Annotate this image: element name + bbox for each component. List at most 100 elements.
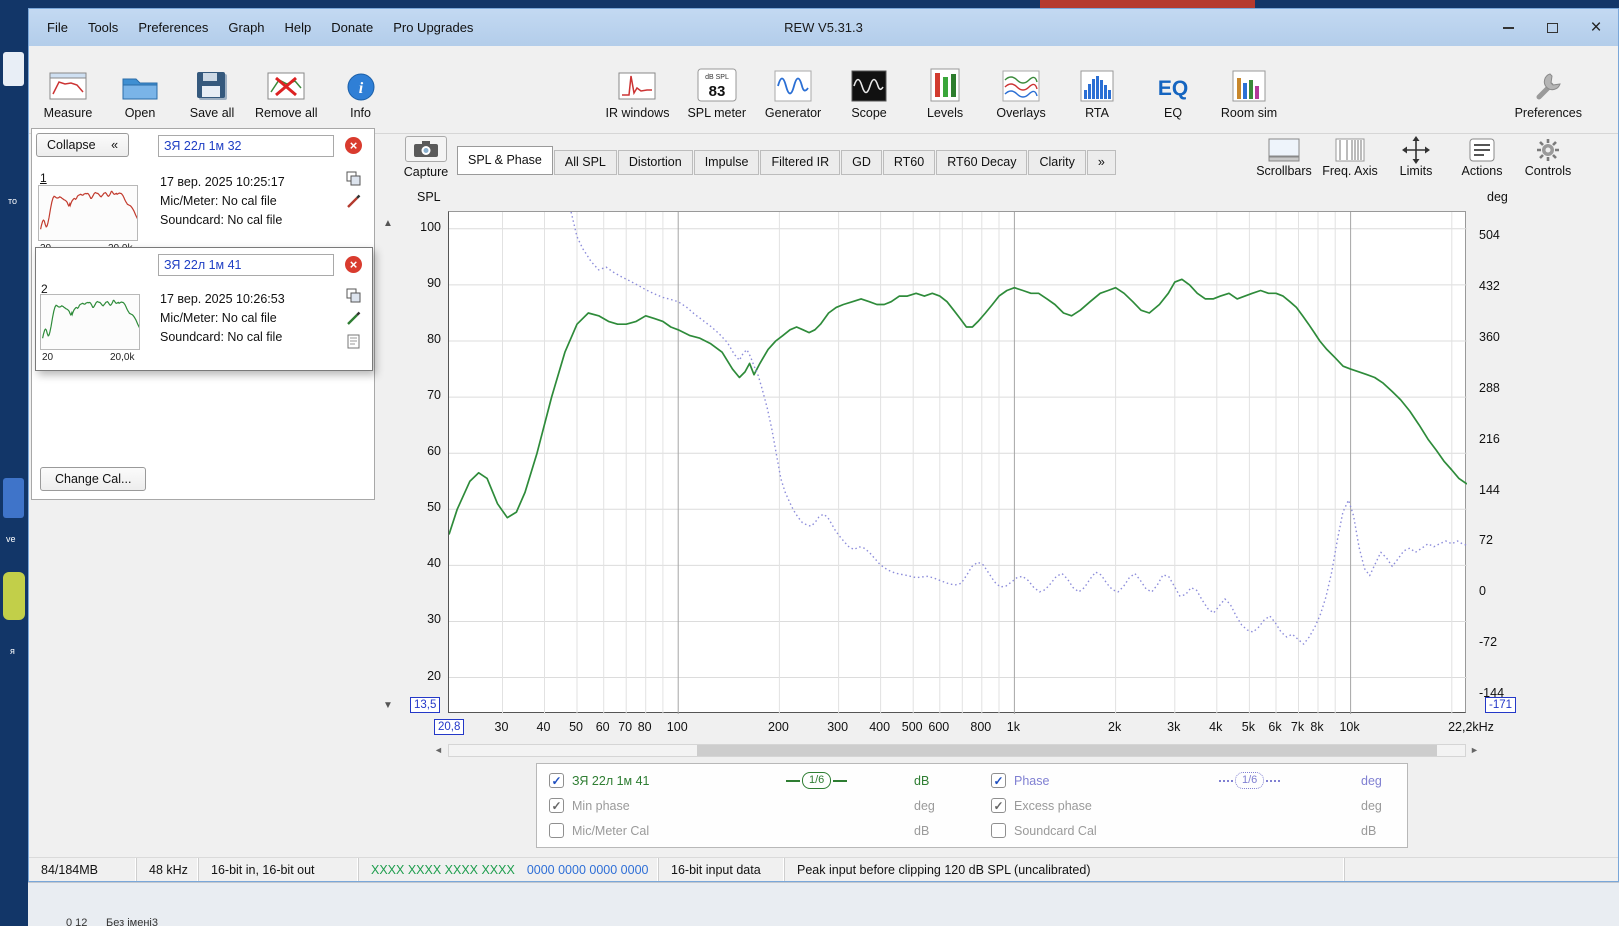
phase-trace-checkbox[interactable] [991, 773, 1006, 788]
mic-cal-checkbox[interactable] [549, 823, 564, 838]
tab-all-spl[interactable]: All SPL [553, 150, 617, 175]
measurement-2-name-input[interactable] [158, 254, 334, 276]
measurement-1-actions [346, 171, 361, 209]
freq-axis-tick: 40 [536, 720, 551, 734]
tab-filtered-ir[interactable]: Filtered IR [760, 150, 841, 175]
min-phase-checkbox[interactable] [549, 798, 564, 813]
measurement-2-thumbnail[interactable] [40, 294, 140, 350]
maximize-icon [1546, 22, 1558, 33]
freq-axis-tick: 300 [827, 720, 849, 734]
room-sim-button[interactable]: Room sim [1220, 62, 1278, 120]
scope-button[interactable]: Scope [840, 62, 898, 120]
maximize-button[interactable] [1530, 9, 1574, 46]
overlays-button[interactable]: Overlays [992, 62, 1050, 120]
excess-phase-checkbox[interactable] [991, 798, 1006, 813]
spl-phase-chart[interactable] [449, 212, 1467, 714]
collapse-button[interactable]: Collapse « [36, 133, 130, 157]
measurement-1-delete-button[interactable] [345, 137, 362, 154]
levels-button[interactable]: Levels [916, 62, 974, 120]
preferences-button[interactable]: Preferences [1515, 62, 1582, 120]
menu-tools[interactable]: Tools [78, 9, 128, 46]
measure-button[interactable]: Measure [39, 62, 97, 120]
measurement-1-thumbnail[interactable] [38, 185, 138, 241]
phase-smoothing-badge[interactable]: 1/6 [1219, 772, 1281, 789]
menu-help[interactable]: Help [275, 9, 322, 46]
scroll-left-arrow[interactable]: ◄ [434, 745, 443, 755]
spl-trace-checkbox[interactable] [549, 773, 564, 788]
scrollbar-thumb[interactable] [697, 745, 1437, 756]
measurement-1-name-input[interactable] [158, 135, 334, 157]
tab-rt60[interactable]: RT60 [882, 150, 936, 175]
spl-axis-min-box[interactable]: 13,5 [410, 697, 441, 713]
desktop-icon[interactable] [3, 572, 25, 620]
measurement-2-card[interactable]: 2 20 20,0k 17 вер. 2025 10:26:53 Mic/Met… [35, 247, 373, 371]
open-button[interactable]: Open [111, 62, 169, 120]
tab-distortion[interactable]: Distortion [617, 150, 693, 175]
freq-axis-tick: 2k [1107, 720, 1122, 734]
minimize-button[interactable] [1486, 9, 1530, 46]
svg-text:i: i [358, 80, 363, 97]
desktop-icon[interactable] [3, 52, 24, 86]
spl-smoothing-cell: 1/6 [786, 768, 914, 793]
trace-options-icon[interactable] [346, 171, 361, 186]
spl-smoothing-badge[interactable]: 1/6 [786, 772, 848, 789]
deg-axis-tick: 432 [1479, 279, 1500, 294]
tab-overflow[interactable]: » [1086, 150, 1116, 175]
freq-axis-tick: 600 [928, 720, 950, 734]
change-cal-button[interactable]: Change Cal... [40, 467, 147, 491]
desktop-icon[interactable] [3, 478, 24, 518]
ir-windows-button[interactable]: IR windows [606, 62, 669, 120]
tab-impulse[interactable]: Impulse [693, 150, 760, 175]
notes-icon[interactable] [346, 334, 361, 349]
freq-axis-tick: 8k [1310, 720, 1324, 734]
minimize-icon [1502, 26, 1514, 29]
rta-button[interactable]: RTA [1068, 62, 1126, 120]
remove-all-button[interactable]: Remove all [255, 62, 318, 120]
mic-cal-cell: Mic/Meter Cal [549, 818, 786, 843]
freq-axis-button[interactable]: Freq. Axis [1321, 136, 1379, 178]
pan-up-arrow[interactable]: ▲ [383, 218, 393, 229]
freq-axis-tick: 800 [970, 720, 992, 734]
info-button[interactable]: i Info [332, 62, 390, 120]
freq-axis-min-box[interactable]: 20,8 [434, 719, 465, 735]
tab-rt60-decay[interactable]: RT60 Decay [936, 150, 1028, 175]
excess-phase-label: Excess phase [1014, 798, 1092, 813]
freq-axis-tick: 50 [569, 720, 583, 734]
trace-options-icon[interactable] [346, 288, 361, 303]
tab-gd[interactable]: GD [841, 150, 882, 175]
soundcard-cal-label: Soundcard Cal [1014, 823, 1097, 838]
spl-meter-icon: dB SPL 83 [697, 62, 737, 102]
tab-spl-phase[interactable]: SPL & Phase [457, 146, 553, 175]
actions-button[interactable]: Actions [1453, 136, 1511, 178]
mic-cal-unit-cell: dB [914, 823, 930, 838]
soundcard-cal-checkbox[interactable] [991, 823, 1006, 838]
menu-file[interactable]: File [37, 9, 78, 46]
menu-graph[interactable]: Graph [218, 9, 274, 46]
freq-axis-tick: 4k [1209, 720, 1223, 734]
pencil-icon[interactable] [346, 311, 361, 326]
scrollbars-button[interactable]: Scrollbars [1255, 136, 1313, 178]
save-all-button[interactable]: Save all [183, 62, 241, 120]
eq-button[interactable]: EQ EQ [1144, 62, 1202, 120]
pencil-icon[interactable] [346, 194, 361, 209]
close-button[interactable] [1574, 9, 1618, 46]
deg-axis-tick: 216 [1479, 431, 1500, 446]
pan-down-arrow[interactable]: ▼ [383, 700, 393, 711]
measurement-2-delete-button[interactable] [345, 256, 362, 273]
toolbar: Measure Open Save all Remove all i Info [29, 46, 1618, 134]
menu-donate[interactable]: Donate [321, 9, 383, 46]
capture-button[interactable]: Capture [397, 136, 455, 179]
generator-button[interactable]: Generator [764, 62, 822, 120]
rta-icon [1080, 62, 1114, 102]
spl-meter-button[interactable]: dB SPL 83 SPL meter [687, 62, 746, 120]
tab-clarity[interactable]: Clarity [1028, 150, 1086, 175]
horizontal-scrollbar[interactable] [448, 744, 1466, 757]
freq-axis-tick: 7k [1290, 720, 1305, 734]
ir-windows-icon [618, 62, 656, 102]
menu-preferences[interactable]: Preferences [128, 9, 218, 46]
limits-button[interactable]: Limits [1387, 136, 1445, 178]
controls-button[interactable]: Controls [1519, 136, 1577, 178]
scroll-right-arrow[interactable]: ► [1470, 745, 1479, 755]
spl-phase-plot[interactable] [448, 211, 1467, 714]
menu-pro-upgrades[interactable]: Pro Upgrades [383, 9, 483, 46]
